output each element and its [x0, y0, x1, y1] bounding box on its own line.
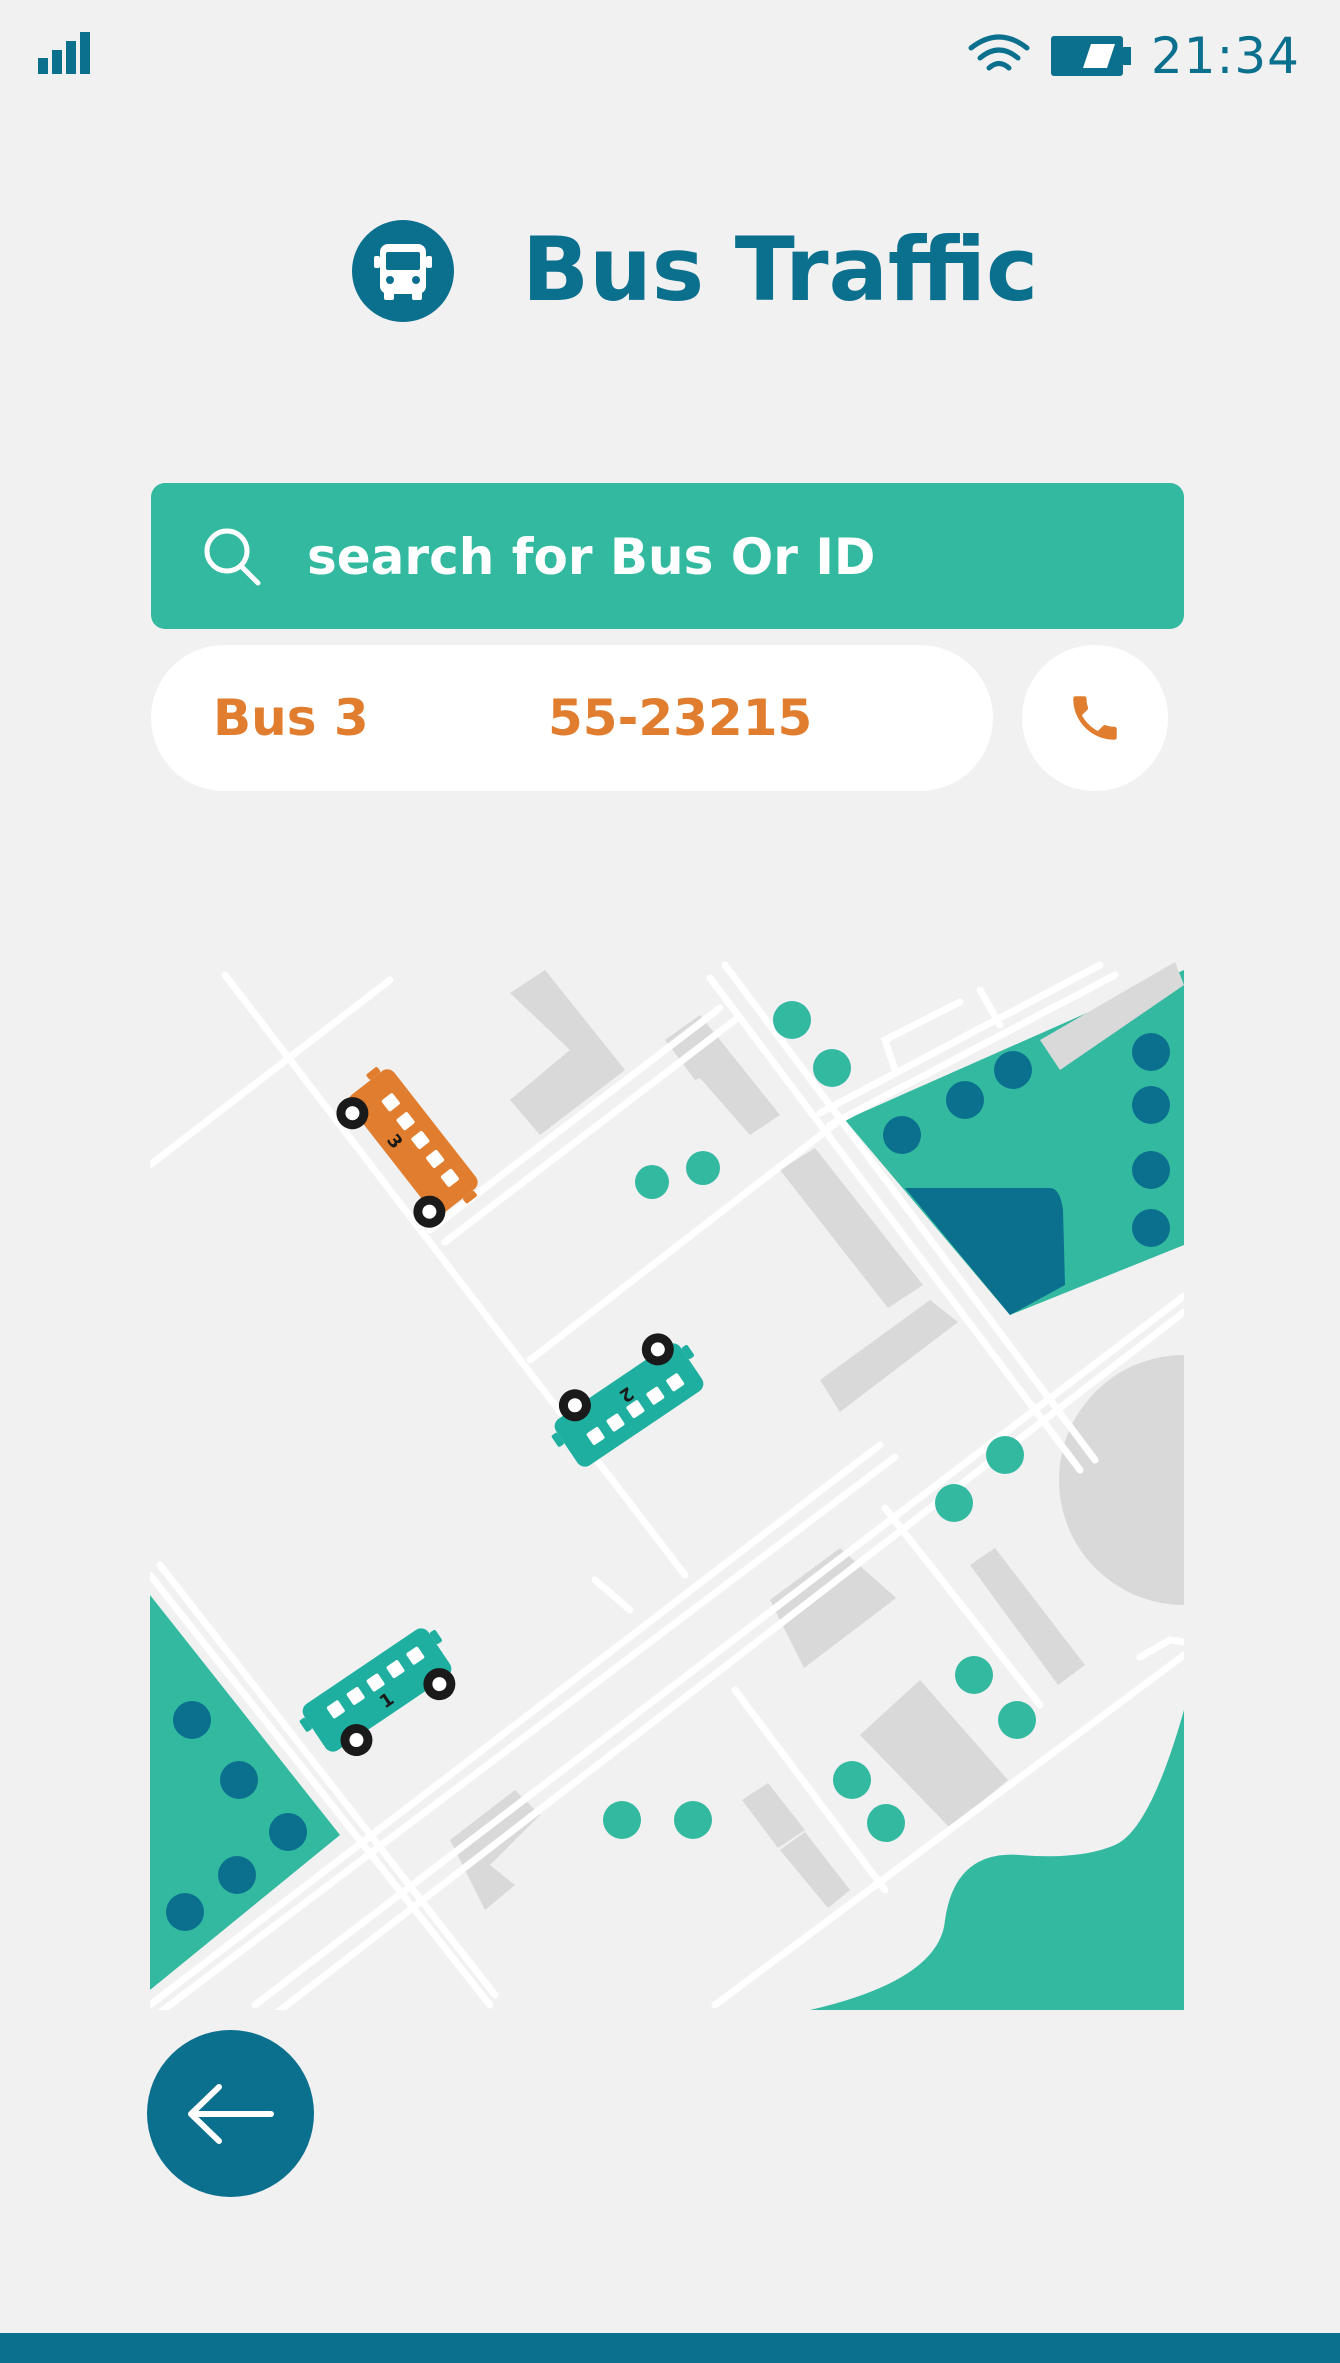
bottom-bar [0, 2333, 1340, 2363]
result-bus-id: 55-23215 [548, 689, 813, 747]
bus-icon [374, 244, 432, 300]
back-button[interactable] [147, 2030, 314, 2197]
signal-icon [38, 32, 90, 74]
bus-map[interactable]: 3 2 1 [140, 950, 1190, 2010]
search-input[interactable] [305, 483, 1149, 631]
wifi-icon [968, 34, 1030, 71]
call-button[interactable] [1022, 645, 1168, 791]
arrow-left-icon [187, 2083, 274, 2144]
status-bar: 21:34 [0, 0, 1340, 110]
result-bus-name: Bus 3 [213, 689, 369, 747]
app-header: Bus Traffic [0, 215, 1340, 325]
bus-marker-2[interactable]: 2 [535, 1321, 713, 1475]
page-title: Bus Traffic [522, 218, 1039, 321]
phone-icon [1073, 696, 1117, 740]
search-icon[interactable] [201, 525, 265, 589]
lake [905, 1188, 1065, 1315]
bus-result-card[interactable]: Bus 3 55-23215 [151, 645, 993, 791]
status-time: 21:34 [1150, 27, 1300, 85]
battery-icon [1050, 36, 1131, 76]
search-bar[interactable] [151, 483, 1184, 631]
bus-marker-1[interactable]: 1 [293, 1620, 470, 1774]
bus-logo [352, 220, 454, 322]
